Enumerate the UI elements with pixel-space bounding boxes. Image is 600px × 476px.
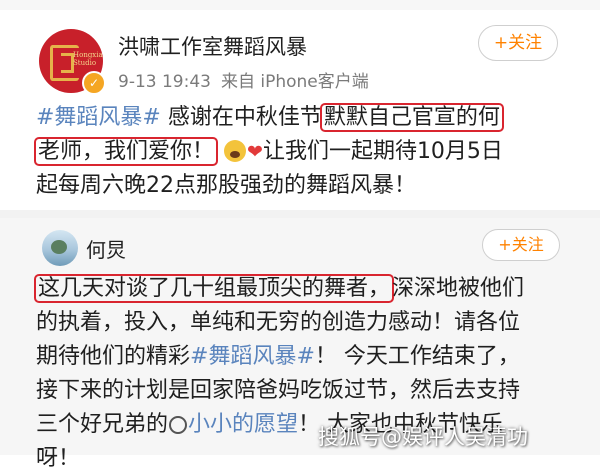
- repost-follow-button[interactable]: +关注: [482, 229, 560, 261]
- avatar-brand-text: Hongxiao Studio: [73, 51, 103, 67]
- highlight-box: 这几天对谈了几十组最顶尖的舞者，: [34, 274, 395, 303]
- topic-link[interactable]: #舞蹈风暴#: [190, 344, 315, 369]
- verified-badge-icon: ✓: [82, 71, 106, 95]
- post-timestamp: 9-13 19:43: [118, 72, 211, 92]
- original-post: Hongxiao Studio ✓ 洪啸工作室舞蹈风暴 9-13 19:43 来自…: [0, 0, 600, 228]
- text: 三个好兄弟的: [36, 412, 169, 437]
- repost-line-4: 接下来的计划是回家陪爸妈吃饭过节，然后去支持: [36, 374, 520, 408]
- follow-button[interactable]: +关注: [478, 25, 558, 61]
- top-strip: [0, 0, 600, 10]
- text: 呀！: [36, 446, 81, 471]
- post-line-2: 老师，我们爱你！ ❤让我们一起期待10月5日: [34, 135, 503, 169]
- repost-line-3: 期待他们的精彩#舞蹈风暴#！ 今天工作结束了，: [36, 340, 520, 374]
- text: 起每周六晚22点那股强劲的舞蹈风暴！: [36, 173, 416, 198]
- highlight-box: 老师，我们爱你！: [34, 137, 219, 166]
- red-heart-icon: ❤: [247, 141, 263, 163]
- repost-author-avatar[interactable]: [42, 230, 78, 266]
- text: 深深地被他们: [392, 276, 525, 301]
- highlight-box: 默默自己官宣的何: [319, 103, 504, 132]
- author-name[interactable]: 洪啸工作室舞蹈风暴: [118, 31, 307, 61]
- text: 接下来的计划是回家陪爸妈吃饭过节，然后去支持: [36, 378, 521, 403]
- repost-author-name[interactable]: 何炅: [86, 234, 126, 263]
- text: 的执着，投入，单纯和无穷的创造力感动！请各位: [36, 310, 521, 335]
- post-meta: 9-13 19:43 来自 iPhone客户端: [118, 67, 369, 92]
- repost-line-2: 的执着，投入，单纯和无穷的创造力感动！请各位: [36, 306, 520, 340]
- watermark: 搜狐号@娱评人吴清功: [318, 425, 528, 449]
- post-line-1: #舞蹈风暴# 感谢在中秋佳节默默自己官宣的何: [36, 101, 504, 135]
- text: 让我们一起期待10月5日: [262, 139, 503, 164]
- post-source: 来自 iPhone客户端: [220, 72, 369, 92]
- repost-line-6: 呀！: [36, 442, 80, 476]
- text: 感谢在中秋佳节: [160, 105, 322, 130]
- repost-line-1: 这几天对谈了几十组最顶尖的舞者，深深地被他们: [34, 272, 525, 306]
- topic-link[interactable]: #舞蹈风暴#: [36, 105, 161, 130]
- text: 期待他们的精彩: [36, 344, 191, 369]
- film-reel-icon: [169, 416, 188, 434]
- scream-emoji-icon: [224, 140, 247, 162]
- topic-link[interactable]: 小小的愿望: [188, 412, 298, 437]
- post-line-3: 起每周六晚22点那股强劲的舞蹈风暴！: [36, 169, 416, 203]
- text: ！ 今天工作结束了，: [314, 344, 520, 369]
